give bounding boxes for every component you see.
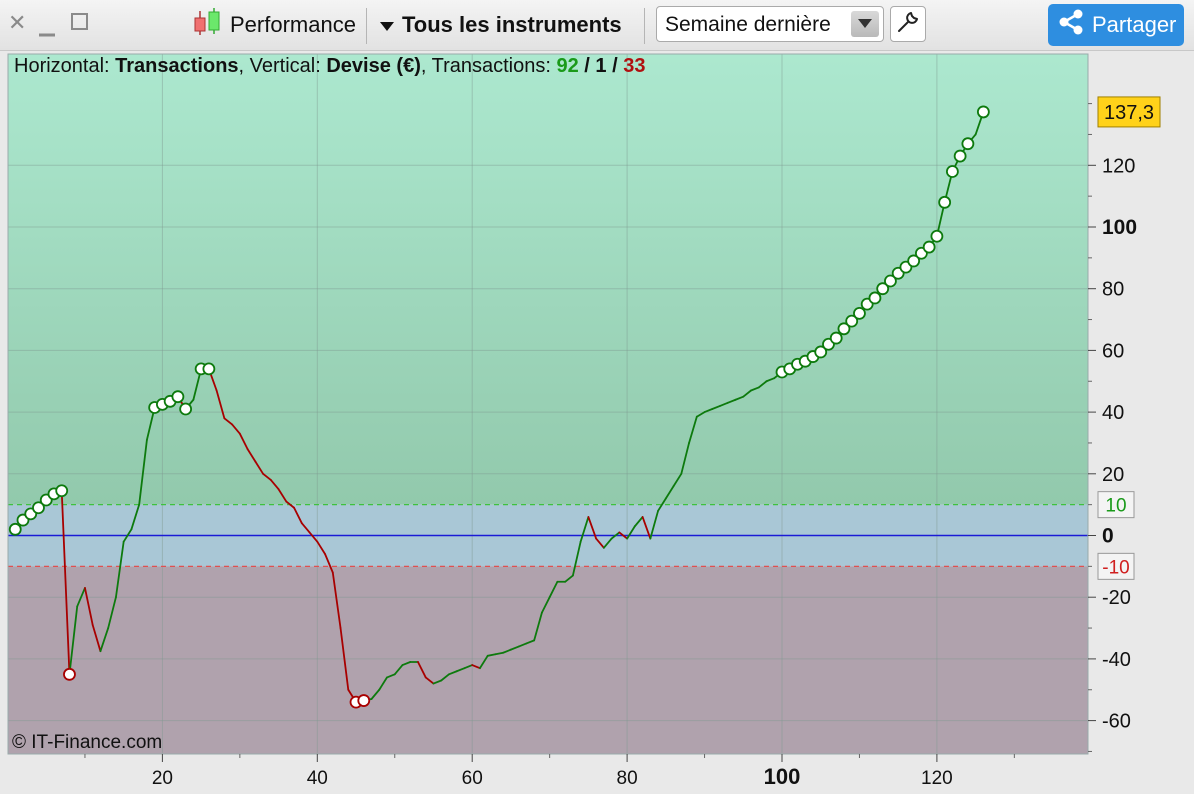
- vertical-axis-value: Devise (€): [326, 55, 421, 77]
- y-tick-label: 40: [1102, 402, 1124, 424]
- instruments-label: Tous les instruments: [402, 12, 622, 37]
- trade-marker[interactable]: [853, 306, 866, 320]
- winning-trades-count: 92: [556, 55, 579, 77]
- count-separator: /: [606, 55, 624, 77]
- x-tick-label: 20: [152, 768, 173, 789]
- losing-trades-count: 33: [623, 55, 646, 77]
- last-value-label: 137,3: [1104, 102, 1154, 124]
- y-tick-label: -20: [1102, 587, 1131, 609]
- trade-marker[interactable]: [945, 165, 959, 178]
- share-icon: [1058, 8, 1084, 42]
- trade-marker[interactable]: [930, 229, 944, 243]
- trade-marker[interactable]: [357, 694, 371, 707]
- loss-zone: [8, 566, 1088, 754]
- trade-marker[interactable]: [55, 484, 69, 498]
- trade-marker[interactable]: [8, 522, 22, 536]
- minimize-icon[interactable]: [38, 18, 56, 44]
- trade-marker[interactable]: [938, 195, 952, 209]
- instruments-dropdown[interactable]: Tous les instruments: [380, 6, 622, 44]
- x-tick-label: 100: [764, 764, 801, 789]
- settings-wrench-button[interactable]: [890, 6, 926, 42]
- y-tick-label: 60: [1102, 340, 1124, 362]
- period-value: Semaine dernière: [665, 13, 831, 36]
- y-tick-label: -40: [1102, 649, 1131, 671]
- trade-marker[interactable]: [202, 362, 216, 376]
- share-label: Partager: [1092, 12, 1177, 37]
- y-tick-label: 80: [1102, 279, 1124, 301]
- vertical-axis-caption: , Vertical:: [238, 55, 327, 77]
- candlestick-icon: [192, 7, 224, 43]
- wrench-icon: [896, 10, 920, 39]
- upper-threshold-label: 10: [1105, 496, 1126, 517]
- neutral-trades-count: 1: [595, 55, 607, 77]
- x-tick-label: 40: [307, 768, 328, 789]
- performance-label: Performance: [230, 12, 356, 37]
- trade-marker[interactable]: [868, 291, 882, 305]
- x-tick-label: 120: [921, 768, 953, 789]
- trade-marker[interactable]: [953, 149, 967, 163]
- trade-marker[interactable]: [961, 137, 975, 151]
- horizontal-axis-value: Transactions: [115, 55, 239, 77]
- y-tick-label: 120: [1102, 155, 1135, 177]
- toolbar: ✕ Performance Tous les instruments Semai…: [0, 0, 1194, 51]
- x-tick-label: 80: [617, 768, 638, 789]
- chevron-down-icon: [851, 11, 879, 37]
- horizontal-axis-caption: Horizontal:: [14, 55, 116, 77]
- trade-marker[interactable]: [976, 105, 990, 119]
- toolbar-separator: [644, 8, 645, 44]
- y-tick-label: 100: [1102, 216, 1137, 239]
- trade-marker[interactable]: [171, 390, 185, 404]
- trade-marker[interactable]: [63, 667, 76, 681]
- trade-marker[interactable]: [829, 331, 843, 345]
- performance-chart[interactable]: 120 100 80 60 40 20 0 -20 -40 -60 10 -10 137,3 20 40 60…: [0, 50, 1194, 794]
- trade-marker[interactable]: [179, 402, 193, 416]
- close-icon[interactable]: ✕: [8, 10, 26, 36]
- profit-zone: [8, 54, 1088, 505]
- chart-info-line: Horizontal: Transactions, Vertical: Devi…: [14, 55, 645, 78]
- share-button[interactable]: Partager: [1048, 4, 1184, 46]
- transactions-caption: , Transactions:: [420, 55, 557, 77]
- copyright-notice: © IT-Finance.com: [12, 732, 163, 753]
- count-separator: /: [578, 55, 596, 77]
- maximize-icon[interactable]: [70, 12, 90, 38]
- y-tick-label: -60: [1102, 711, 1131, 733]
- y-tick-label: 0: [1102, 525, 1114, 548]
- period-select[interactable]: Semaine dernière: [656, 6, 884, 42]
- lower-threshold-label: -10: [1102, 557, 1129, 578]
- caret-down-icon: [380, 12, 394, 38]
- y-tick-label: 20: [1102, 464, 1124, 486]
- performance-button[interactable]: Performance: [192, 6, 356, 44]
- x-tick-label: 60: [462, 768, 483, 789]
- trade-marker[interactable]: [922, 240, 936, 254]
- toolbar-separator: [366, 8, 367, 44]
